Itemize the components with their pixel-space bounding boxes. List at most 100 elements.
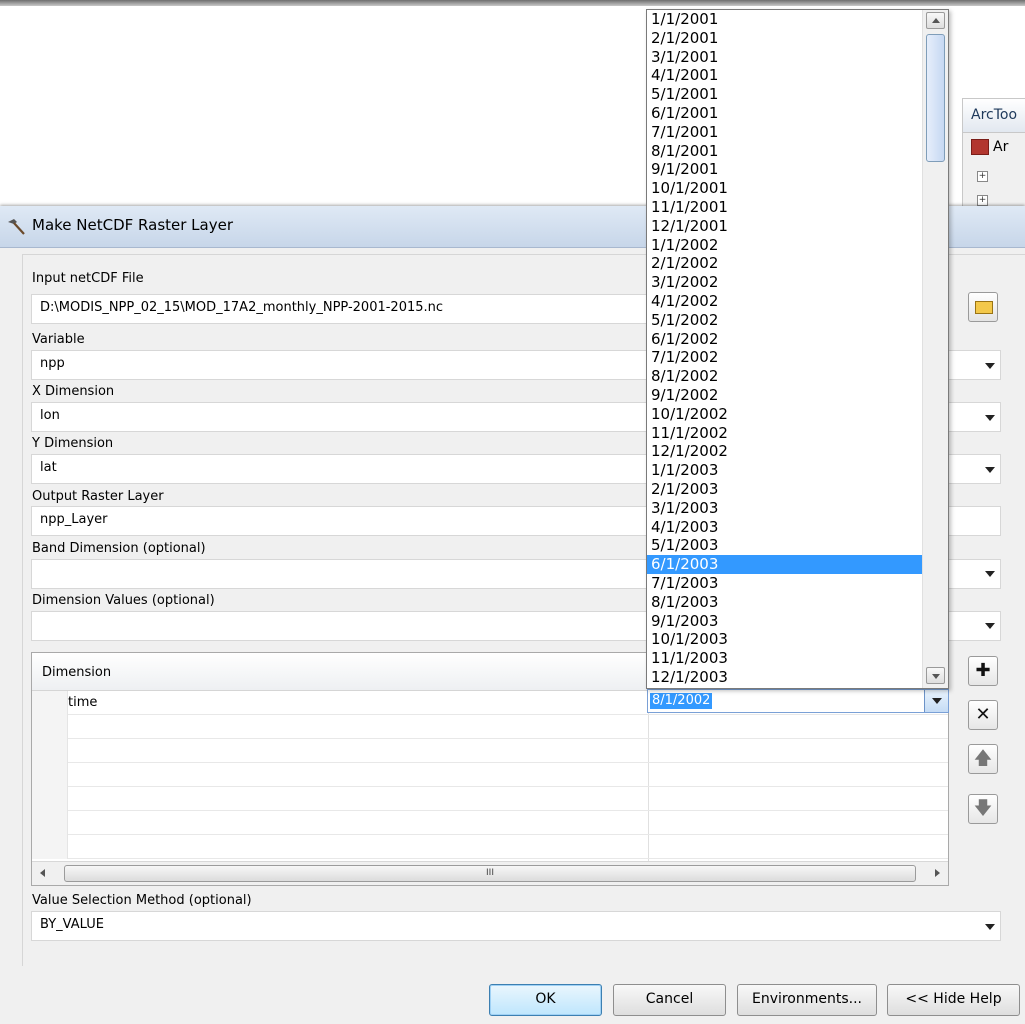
chevron-down-icon[interactable] bbox=[985, 415, 995, 421]
dropdown-option[interactable]: 7/1/2002 bbox=[647, 348, 922, 367]
ok-button[interactable]: OK bbox=[489, 984, 602, 1016]
value-selection-method-label: Value Selection Method (optional) bbox=[32, 893, 252, 908]
arrow-up-icon: 🡅 bbox=[973, 748, 993, 769]
dropdown-option[interactable]: 6/1/2001 bbox=[647, 104, 922, 123]
dropdown-option[interactable]: 3/1/2002 bbox=[647, 273, 922, 292]
variable-label: Variable bbox=[32, 332, 85, 347]
scrollbar-thumb[interactable]: III bbox=[64, 865, 916, 882]
dropdown-option[interactable]: 1/1/2003 bbox=[647, 461, 922, 480]
dropdown-option[interactable]: 9/1/2001 bbox=[647, 160, 922, 179]
dropdown-option[interactable]: 2/1/2002 bbox=[647, 254, 922, 273]
dropdown-option[interactable]: 6/1/2003 bbox=[647, 555, 922, 574]
dropdown-option[interactable]: 8/1/2001 bbox=[647, 142, 922, 161]
dropdown-option[interactable]: 11/1/2001 bbox=[647, 198, 922, 217]
chevron-down-icon[interactable] bbox=[985, 363, 995, 369]
browse-button[interactable] bbox=[968, 292, 998, 322]
time-values-dropdown-list[interactable]: 1/1/2001 2/1/2001 3/1/2001 4/1/2001 5/1/2001… bbox=[646, 9, 949, 689]
plus-icon: ✚ bbox=[975, 660, 991, 681]
add-row-button[interactable]: ✚ bbox=[968, 656, 998, 686]
move-up-button[interactable]: 🡅 bbox=[968, 744, 998, 774]
grid-header-dimension[interactable]: Dimension bbox=[42, 665, 111, 680]
row-indicator bbox=[32, 691, 68, 715]
dropdown-option[interactable]: 9/1/2003 bbox=[647, 612, 922, 631]
scrollbar-thumb[interactable] bbox=[926, 34, 945, 162]
dropdown-option[interactable]: 10/1/2002 bbox=[647, 405, 922, 424]
dropdown-option[interactable]: 5/1/2002 bbox=[647, 311, 922, 330]
row-indicator bbox=[32, 835, 68, 859]
time-value-text[interactable]: 8/1/2002 bbox=[650, 693, 713, 709]
dropdown-option[interactable]: 9/1/2002 bbox=[647, 386, 922, 405]
dropdown-option[interactable]: 2/1/2001 bbox=[647, 29, 922, 48]
dropdown-option[interactable]: 1/1/2002 bbox=[647, 236, 922, 255]
combo-dropdown-button[interactable] bbox=[924, 690, 948, 712]
time-value-combo[interactable]: 8/1/2002 bbox=[647, 689, 949, 713]
row-indicator bbox=[32, 715, 68, 739]
expand-plus-icon[interactable]: + bbox=[977, 171, 988, 182]
dropdown-option[interactable]: 12/1/2003 bbox=[647, 668, 922, 687]
arctoolbox-panel: ArcToo Ar + + bbox=[962, 98, 1025, 218]
dropdown-option[interactable]: 10/1/2003 bbox=[647, 630, 922, 649]
arrow-down-icon: 🡇 bbox=[973, 798, 993, 819]
dropdown-option[interactable]: 7/1/2001 bbox=[647, 123, 922, 142]
output-raster-layer-label: Output Raster Layer bbox=[32, 489, 164, 504]
toolbox-icon bbox=[971, 139, 989, 155]
row-indicator bbox=[32, 811, 68, 835]
row-indicator bbox=[32, 763, 68, 787]
dropdown-option[interactable]: 8/1/2002 bbox=[647, 367, 922, 386]
dropdown-option[interactable]: 6/1/2002 bbox=[647, 330, 922, 349]
input-netcdf-file-label: Input netCDF File bbox=[32, 271, 144, 286]
arctoolbox-item-label: Ar bbox=[993, 139, 1009, 155]
chevron-down-icon[interactable] bbox=[985, 623, 995, 629]
table-row bbox=[32, 811, 948, 835]
dropdown-option[interactable]: 10/1/2001 bbox=[647, 179, 922, 198]
close-icon: ✕ bbox=[975, 704, 991, 725]
chevron-down-icon[interactable] bbox=[985, 924, 995, 930]
chevron-down-icon[interactable] bbox=[985, 467, 995, 473]
cancel-button[interactable]: Cancel bbox=[613, 984, 726, 1016]
table-row bbox=[32, 787, 948, 811]
scroll-up-icon[interactable] bbox=[926, 12, 945, 29]
vertical-scrollbar[interactable] bbox=[922, 10, 948, 688]
move-down-button[interactable]: 🡇 bbox=[968, 794, 998, 824]
x-dimension-label: X Dimension bbox=[32, 384, 115, 399]
chevron-down-icon[interactable] bbox=[985, 571, 995, 577]
hide-help-button[interactable]: << Hide Help bbox=[887, 984, 1020, 1016]
row-indicator bbox=[32, 739, 68, 763]
dropdown-option[interactable]: 4/1/2001 bbox=[647, 66, 922, 85]
environments-button[interactable]: Environments... bbox=[737, 984, 877, 1016]
y-dimension-label: Y Dimension bbox=[32, 436, 114, 451]
value-selection-method-select[interactable]: BY_VALUE bbox=[31, 911, 1001, 941]
remove-row-button[interactable]: ✕ bbox=[968, 700, 998, 730]
dropdown-option[interactable]: 5/1/2001 bbox=[647, 85, 922, 104]
expand-plus-icon[interactable]: + bbox=[977, 195, 988, 206]
dimension-values-label: Dimension Values (optional) bbox=[32, 593, 215, 608]
dropdown-option[interactable]: 5/1/2003 bbox=[647, 536, 922, 555]
background-toolbar-edge bbox=[0, 0, 1025, 6]
dropdown-option[interactable]: 3/1/2003 bbox=[647, 499, 922, 518]
scroll-down-icon[interactable] bbox=[926, 667, 945, 684]
scroll-left-icon[interactable] bbox=[40, 869, 45, 877]
table-row bbox=[32, 835, 948, 859]
dropdown-option[interactable]: 8/1/2003 bbox=[647, 593, 922, 612]
dropdown-option[interactable]: 11/1/2002 bbox=[647, 424, 922, 443]
dropdown-option[interactable]: 12/1/2002 bbox=[647, 442, 922, 461]
chevron-down-icon bbox=[932, 698, 942, 704]
open-folder-icon bbox=[975, 301, 993, 314]
dropdown-items: 1/1/2001 2/1/2001 3/1/2001 4/1/2001 5/1/2001… bbox=[647, 10, 922, 687]
dropdown-option[interactable]: 12/1/2001 bbox=[647, 217, 922, 236]
arctoolbox-item[interactable]: Ar bbox=[971, 139, 1008, 155]
hammer-icon bbox=[8, 219, 25, 235]
dropdown-option[interactable]: 4/1/2003 bbox=[647, 518, 922, 537]
dropdown-option[interactable]: 1/1/2001 bbox=[647, 10, 922, 29]
dropdown-option[interactable]: 3/1/2001 bbox=[647, 48, 922, 67]
dropdown-option[interactable]: 2/1/2003 bbox=[647, 480, 922, 499]
dropdown-option[interactable]: 7/1/2003 bbox=[647, 574, 922, 593]
dropdown-option[interactable]: 4/1/2002 bbox=[647, 292, 922, 311]
scroll-right-icon[interactable] bbox=[935, 869, 940, 877]
horizontal-scrollbar[interactable]: III bbox=[32, 861, 948, 885]
dialog-title: Make NetCDF Raster Layer bbox=[32, 216, 233, 234]
dropdown-option[interactable]: 11/1/2003 bbox=[647, 649, 922, 668]
dimension-cell: time bbox=[68, 695, 98, 710]
arctoolbox-title: ArcToo bbox=[963, 99, 1025, 133]
row-indicator bbox=[32, 787, 68, 811]
